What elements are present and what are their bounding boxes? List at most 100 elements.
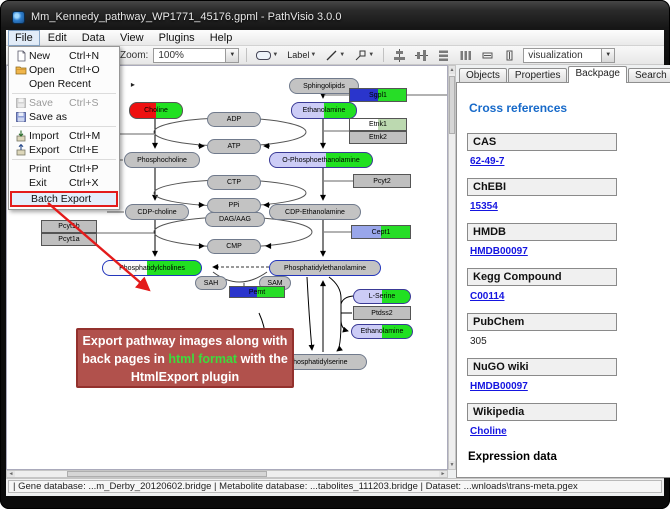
node-etnk2[interactable]: Etnk2 bbox=[349, 131, 407, 144]
tab-backpage[interactable]: Backpage bbox=[568, 66, 626, 83]
node-choline-top[interactable]: Choline bbox=[129, 102, 183, 119]
node-cmp[interactable]: CMP bbox=[207, 239, 261, 254]
file-menu: NewCtrl+NOpenCtrl+OOpen Recent▸ SaveCtrl+… bbox=[8, 46, 120, 210]
node-dag-aag[interactable]: DAG/AAG bbox=[205, 212, 265, 227]
node-ethanolamine-bottom[interactable]: Ethanolamine bbox=[351, 324, 413, 339]
xref-link[interactable]: C00114 bbox=[470, 291, 504, 302]
scroll-up-icon[interactable]: ▲ bbox=[449, 66, 455, 74]
node-label: ATP bbox=[227, 143, 240, 150]
xref-section-nugo-wiki: NuGO wikiHMDB00097 bbox=[467, 358, 670, 394]
file-menu-item-shortcut: Ctrl+O bbox=[69, 64, 109, 76]
xref-title: CAS bbox=[467, 133, 617, 151]
expression-data-heading: Expression data bbox=[468, 451, 670, 463]
file-menu-item-import[interactable]: ImportCtrl+M bbox=[9, 129, 119, 143]
node-cdp-ethanolamine[interactable]: CDP-Ethanolamine bbox=[269, 204, 361, 220]
node-label: Phosphatidylethanolamine bbox=[284, 265, 366, 272]
stack-rows-button[interactable] bbox=[435, 47, 452, 63]
node-l-serine[interactable]: L-Serine bbox=[353, 289, 411, 304]
node-label: Phosphatidylcholines bbox=[119, 265, 185, 272]
file-menu-item-open-recent[interactable]: Open Recent▸ bbox=[9, 77, 119, 91]
node-phosphocholine[interactable]: Phosphocholine bbox=[124, 152, 200, 168]
file-menu-item-print[interactable]: PrintCtrl+P bbox=[9, 162, 119, 176]
file-menu-item-save[interactable]: SaveCtrl+S bbox=[9, 96, 119, 110]
node-pcyt2[interactable]: Pcyt2 bbox=[353, 174, 411, 188]
scroll-down-icon[interactable]: ▼ bbox=[449, 461, 455, 469]
file-menu-item-exit[interactable]: ExitCtrl+X bbox=[9, 176, 119, 190]
datanode-button[interactable]: ▼ bbox=[254, 47, 280, 63]
menu-data[interactable]: Data bbox=[75, 30, 112, 46]
file-menu-item-open[interactable]: OpenCtrl+O bbox=[9, 63, 119, 77]
node-cdp-choline[interactable]: CDP-choline bbox=[125, 204, 189, 220]
zoom-combobox[interactable]: 100% ▼ bbox=[153, 48, 239, 63]
menu-edit[interactable]: Edit bbox=[41, 30, 74, 46]
horizontal-scrollbar[interactable]: ◄ ► bbox=[6, 470, 448, 478]
node-pcyt1b[interactable]: Pcyt1b bbox=[41, 220, 97, 233]
menu-bar: FileEditDataViewPluginsHelp bbox=[6, 30, 664, 46]
node-sgpl1[interactable]: Sgpl1 bbox=[349, 88, 407, 102]
node-label: O-Phosphoethanolamine bbox=[282, 157, 359, 164]
xref-link[interactable]: HMDB00097 bbox=[470, 246, 528, 257]
file-menu-item-batch-export[interactable]: Batch Export bbox=[11, 192, 117, 206]
tab-objects[interactable]: Objects bbox=[459, 68, 507, 83]
xref-title: Kegg Compound bbox=[467, 268, 617, 286]
tab-search[interactable]: Search bbox=[628, 68, 670, 83]
common-height-button[interactable] bbox=[501, 47, 518, 63]
scroll-left-icon[interactable]: ◄ bbox=[7, 471, 15, 477]
node-ppi[interactable]: PPi bbox=[207, 198, 261, 213]
vertical-scroll-thumb[interactable] bbox=[449, 76, 455, 134]
xref-link[interactable]: Choline bbox=[470, 426, 507, 437]
file-menu-item-export[interactable]: ExportCtrl+E bbox=[9, 143, 119, 157]
shape-tool-button[interactable]: ▼ bbox=[352, 47, 376, 63]
common-height-icon bbox=[503, 49, 516, 62]
chevron-down-icon[interactable]: ▼ bbox=[225, 49, 238, 62]
align-center-x-button[interactable] bbox=[391, 47, 408, 63]
node-ptdss2[interactable]: Ptdss2 bbox=[353, 306, 411, 320]
file-menu-item-label: Save as bbox=[29, 111, 69, 123]
horizontal-scroll-thumb[interactable] bbox=[67, 471, 267, 477]
node-atp[interactable]: ATP bbox=[207, 139, 261, 154]
node-phosphatidylethanolamine[interactable]: Phosphatidylethanolamine bbox=[269, 260, 381, 276]
file-menu-item-label: Open Recent bbox=[29, 78, 91, 90]
node-label: CTP bbox=[227, 179, 241, 186]
visualization-combobox[interactable]: visualization ▼ bbox=[523, 48, 615, 63]
shape-icon bbox=[354, 49, 367, 62]
import-icon bbox=[12, 130, 29, 142]
menu-view[interactable]: View bbox=[113, 30, 151, 46]
node-pemt[interactable]: Pemt bbox=[229, 286, 285, 298]
common-width-button[interactable] bbox=[479, 47, 496, 63]
node-label: L-Serine bbox=[369, 293, 395, 300]
annotation-callout: Export pathway images along with back pa… bbox=[76, 328, 294, 388]
file-menu-item-new[interactable]: NewCtrl+N bbox=[9, 49, 119, 63]
xref-title: HMDB bbox=[467, 223, 617, 241]
node-ctp[interactable]: CTP bbox=[207, 175, 261, 190]
align-center-y-button[interactable] bbox=[413, 47, 430, 63]
xref-link[interactable]: 15354 bbox=[470, 201, 498, 212]
node-ethanolamine-top[interactable]: Ethanolamine bbox=[291, 102, 357, 119]
status-text: | Gene database: ...m_Derby_20120602.bri… bbox=[8, 480, 662, 493]
node-adp[interactable]: ADP bbox=[207, 112, 261, 127]
node-etnk1[interactable]: Etnk1 bbox=[349, 118, 407, 131]
chevron-down-icon[interactable]: ▼ bbox=[601, 49, 614, 62]
tab-properties[interactable]: Properties bbox=[508, 68, 568, 83]
file-menu-item-shortcut: Ctrl+E bbox=[69, 144, 109, 156]
stack-columns-button[interactable] bbox=[457, 47, 474, 63]
label-tool-button[interactable]: Label▼ bbox=[285, 47, 318, 63]
node-pcyt1a[interactable]: Pcyt1a bbox=[41, 233, 97, 246]
menu-file[interactable]: File bbox=[8, 30, 40, 46]
node-phosphatidylcholines[interactable]: Phosphatidylcholines bbox=[102, 260, 202, 276]
menu-help[interactable]: Help bbox=[203, 30, 240, 46]
scroll-right-icon[interactable]: ► bbox=[439, 471, 447, 477]
file-menu-item-save-as[interactable]: Save as bbox=[9, 110, 119, 124]
node-label: ADP bbox=[227, 116, 241, 123]
node-label: Phosphocholine bbox=[137, 157, 187, 164]
xref-link[interactable]: HMDB00097 bbox=[470, 381, 528, 392]
node-o-phosphoethanolamine[interactable]: O-Phosphoethanolamine bbox=[269, 152, 373, 168]
menu-plugins[interactable]: Plugins bbox=[152, 30, 202, 46]
line-tool-button[interactable]: ▼ bbox=[323, 47, 347, 63]
save-as-icon bbox=[12, 111, 29, 123]
xref-link[interactable]: 62-49-7 bbox=[470, 156, 504, 167]
vertical-scrollbar[interactable]: ▲ ▼ bbox=[448, 65, 456, 470]
node-sah[interactable]: SAH bbox=[195, 276, 227, 290]
stack-rows-icon bbox=[437, 49, 450, 62]
node-cept1[interactable]: Cept1 bbox=[351, 225, 411, 239]
